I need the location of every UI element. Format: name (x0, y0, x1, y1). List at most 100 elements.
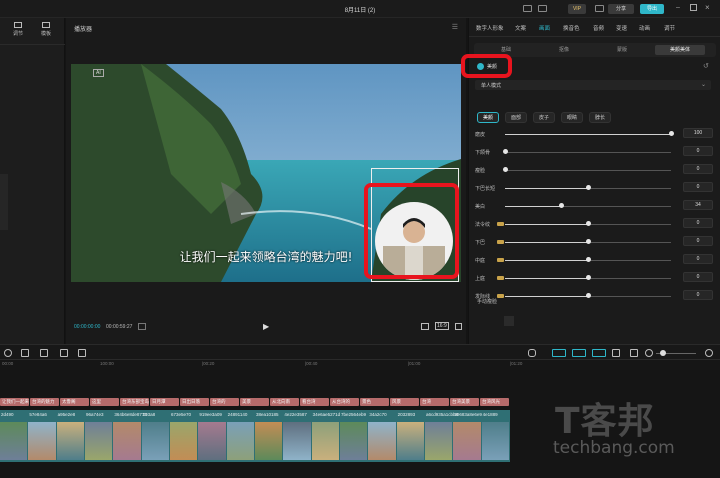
split-icon[interactable] (21, 349, 29, 357)
tab-script[interactable]: 文案 (515, 24, 526, 32)
slider-knob[interactable] (586, 275, 591, 280)
slider-value[interactable]: 0 (683, 290, 713, 300)
video-thumbnail[interactable] (255, 422, 283, 460)
caption-clip[interactable]: 日出日落 (180, 398, 209, 406)
caption-clip[interactable]: 看台湾 (300, 398, 329, 406)
close-icon[interactable]: × (705, 3, 710, 12)
video-thumbnail[interactable] (56, 422, 84, 460)
chip-face[interactable]: 面部 (505, 112, 527, 123)
layout-icon[interactable] (523, 5, 532, 12)
video-thumbnail[interactable] (85, 422, 113, 460)
caption-clip[interactable]: 这里 (90, 398, 119, 406)
tab-adjust[interactable]: 调节 (6, 22, 30, 37)
video-thumbnail[interactable] (481, 422, 509, 460)
slider-value[interactable]: 0 (683, 254, 713, 264)
caption-clip[interactable]: 从北向南 (270, 398, 299, 406)
slider-value[interactable]: 100 (683, 128, 713, 138)
video-thumbnail[interactable] (396, 422, 424, 460)
tab-audio[interactable]: 音频 (593, 24, 604, 32)
export-button[interactable]: 导出 (640, 4, 664, 14)
zoom-in-icon[interactable] (705, 349, 713, 357)
notification-icon[interactable] (595, 5, 604, 12)
slider-knob[interactable] (586, 257, 591, 262)
slider-row[interactable]: 上庭 0 (475, 272, 713, 286)
video-thumbnail[interactable] (198, 422, 226, 460)
slider-value[interactable]: 34 (683, 200, 713, 210)
video-thumbnail[interactable] (226, 422, 254, 460)
tab-digital-human[interactable]: 数字人形象 (476, 24, 504, 32)
play-icon[interactable]: ▶ (263, 322, 269, 331)
caption-clip[interactable]: 让我们一起来 (0, 398, 29, 406)
slider-row[interactable]: 下巴 0 (475, 236, 713, 250)
caption-clip[interactable]: 美景 (240, 398, 269, 406)
caption-icon[interactable] (630, 349, 638, 357)
slider-row[interactable]: 磨皮 100 (475, 128, 713, 142)
caption-clip[interactable]: 风景 (390, 398, 419, 406)
video-thumbnail[interactable] (311, 422, 339, 460)
select-icon[interactable] (4, 349, 12, 357)
chip-beauty[interactable]: 美颜 (477, 112, 499, 123)
slider-knob[interactable] (503, 149, 508, 154)
fullscreen-icon[interactable] (455, 323, 462, 330)
caption-clip[interactable]: 太鲁阁 (60, 398, 89, 406)
tab-adjust-right[interactable]: 调节 (664, 24, 675, 32)
video-thumbnail[interactable] (141, 422, 169, 460)
reset-icon[interactable]: ↺ (703, 62, 709, 70)
link-icon[interactable] (572, 349, 586, 357)
slider-knob[interactable] (503, 167, 508, 172)
menu-icon[interactable]: ☰ (452, 23, 458, 31)
crop-tool-icon[interactable] (60, 349, 68, 357)
slider-value[interactable]: 0 (683, 182, 713, 192)
caption-clip[interactable]: 日月潭 (150, 398, 179, 406)
slider-value[interactable]: 0 (683, 236, 713, 246)
video-thumbnail[interactable] (425, 422, 453, 460)
caption-clip[interactable]: 台湾东部宝岛 (120, 398, 149, 406)
slider-track[interactable] (505, 152, 671, 153)
tab-speed[interactable]: 变速 (616, 24, 627, 32)
slider-value[interactable]: 0 (683, 146, 713, 156)
chip-eyes[interactable]: 眼睛 (561, 112, 583, 123)
slider-track[interactable] (505, 170, 671, 171)
video-thumbnail[interactable] (340, 422, 368, 460)
slider-knob[interactable] (586, 293, 591, 298)
video-thumbnail[interactable] (113, 422, 141, 460)
maximize-icon[interactable] (690, 4, 697, 11)
slider-knob[interactable] (586, 185, 591, 190)
chip-neck[interactable]: 脖长 (589, 112, 611, 123)
zoom-slider-knob[interactable] (660, 350, 666, 356)
tab-picture[interactable]: 画面 (539, 24, 550, 32)
mode-select[interactable]: 单人模式 ⌄ (475, 80, 711, 90)
slider-value[interactable]: 0 (683, 164, 713, 174)
slider-value[interactable]: 0 (683, 272, 713, 282)
video-thumbnail[interactable] (0, 422, 28, 460)
caption-clip[interactable]: 景色 (360, 398, 389, 406)
caption-clip[interactable]: 台湾的 (210, 398, 239, 406)
tab-animation[interactable]: 动画 (639, 24, 650, 32)
subtab-beauty[interactable]: 美颜美体 (655, 45, 705, 55)
caption-clip[interactable]: 台湾的魅力 (30, 398, 59, 406)
caption-clip[interactable]: 台湾风光 (480, 398, 509, 406)
video-thumbnail[interactable] (453, 422, 481, 460)
slider-row[interactable]: 下巴长短 0 (475, 182, 713, 196)
shortcut-icon[interactable] (538, 5, 547, 12)
slider-row[interactable]: 美白 34 (475, 200, 713, 214)
align-icon[interactable] (612, 349, 620, 357)
preview-axis-icon[interactable] (592, 349, 606, 357)
video-thumbnail[interactable] (283, 422, 311, 460)
tab-template[interactable]: 模板 (34, 22, 58, 37)
slider-row[interactable]: 发际线 0 (475, 290, 713, 304)
slider-row[interactable]: 中庭 0 (475, 254, 713, 268)
slider-knob[interactable] (586, 239, 591, 244)
video-thumbnail[interactable] (28, 422, 56, 460)
caption-clip[interactable]: 台湾美景 (450, 398, 479, 406)
chip-skin[interactable]: 皮子 (533, 112, 555, 123)
share-button[interactable]: 分享 (608, 4, 634, 14)
zoom-out-icon[interactable] (645, 349, 653, 357)
slider-value[interactable]: 0 (683, 218, 713, 228)
freeze-icon[interactable] (78, 349, 86, 357)
caption-clip[interactable]: 台湾 (420, 398, 449, 406)
slider-knob[interactable] (559, 203, 565, 208)
crop-icon[interactable] (421, 323, 429, 330)
snap-icon[interactable] (552, 349, 566, 357)
subtab-keying[interactable]: 抠像 (539, 45, 589, 55)
